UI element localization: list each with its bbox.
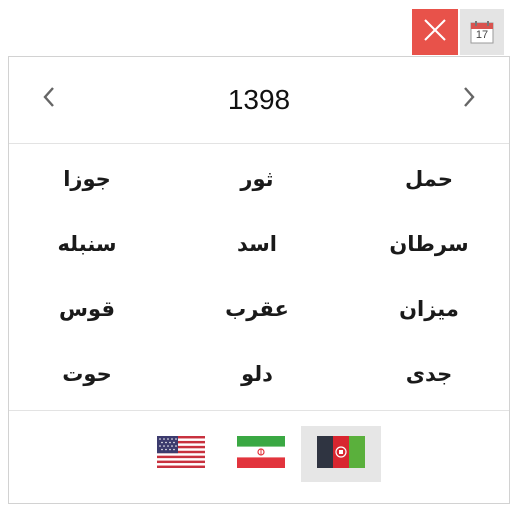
month-cell[interactable]: حمل xyxy=(349,164,509,194)
month-cell[interactable]: جدی xyxy=(349,359,509,389)
locale-button-af[interactable] xyxy=(301,426,381,482)
month-cell[interactable]: حوت xyxy=(7,359,167,389)
calendar-button[interactable]: 17 xyxy=(460,9,504,55)
month-cell[interactable]: دلو xyxy=(177,359,337,389)
month-cell[interactable]: میزان xyxy=(349,294,509,324)
close-button[interactable] xyxy=(412,9,458,55)
calendar-day-text: 17 xyxy=(475,29,489,41)
month-cell[interactable]: جوزا xyxy=(7,164,167,194)
afghanistan-flag-icon xyxy=(317,436,365,472)
locale-button-ir[interactable] xyxy=(221,426,301,482)
month-cell[interactable]: عقرب xyxy=(177,294,337,324)
close-icon xyxy=(421,16,449,48)
locale-switcher xyxy=(9,410,509,503)
year-title[interactable]: 1398 xyxy=(9,83,509,117)
chevron-right-icon xyxy=(462,86,476,112)
month-cell[interactable]: قوس xyxy=(7,294,167,324)
iran-flag-icon xyxy=(237,436,285,472)
picker-header: 1398 xyxy=(9,57,509,144)
calendar-icon: 17 xyxy=(470,20,494,44)
month-cell[interactable]: سنبله xyxy=(7,229,167,259)
usa-flag-icon xyxy=(157,436,205,472)
locale-button-en[interactable] xyxy=(141,426,221,482)
month-picker-panel: 1398 حمل ثور جوزا سرطان اسد سنبله میزان … xyxy=(8,56,510,504)
month-grid: حمل ثور جوزا سرطان اسد سنبله میزان عقرب … xyxy=(9,144,509,410)
next-year-button[interactable] xyxy=(454,84,484,114)
month-cell[interactable]: ثور xyxy=(177,164,337,194)
month-cell[interactable]: اسد xyxy=(177,229,337,259)
month-cell[interactable]: سرطان xyxy=(349,229,509,259)
